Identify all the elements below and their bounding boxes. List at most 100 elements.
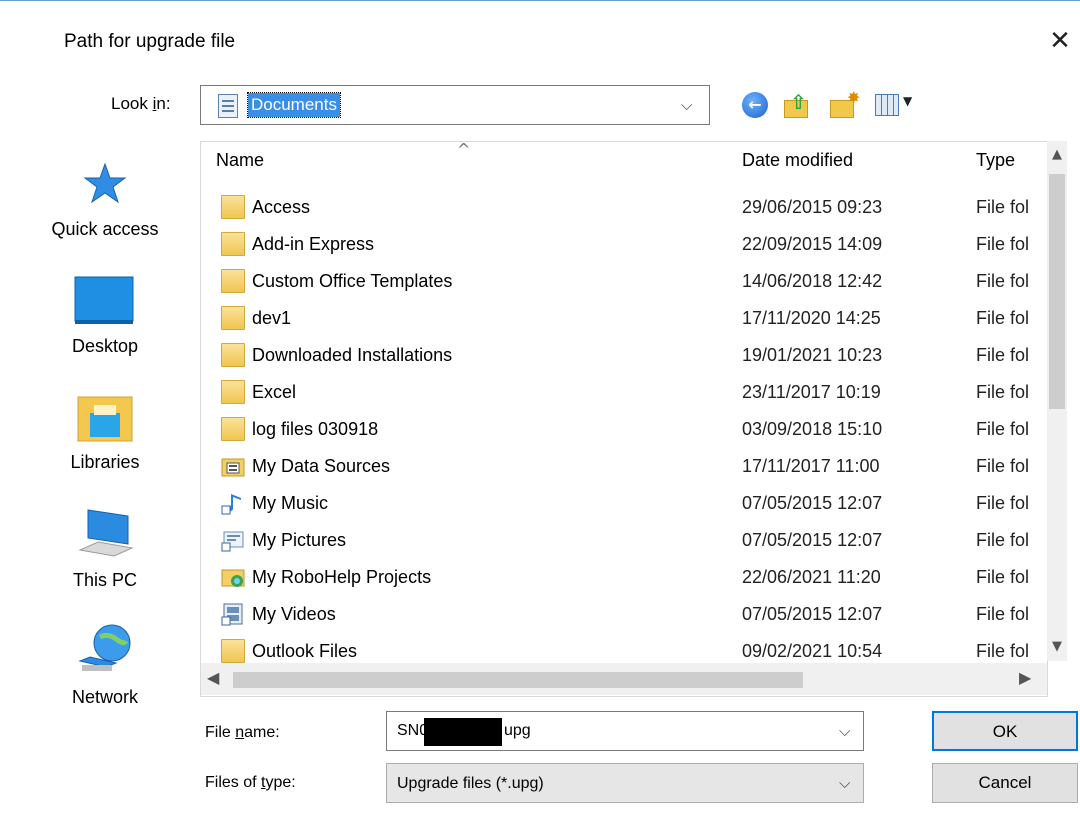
file-date: 22/09/2015 14:09 (742, 234, 883, 254)
file-date: 17/11/2020 14:25 (742, 308, 881, 328)
file-date: 19/01/2021 10:23 (742, 345, 883, 365)
file-type-label-suffix: ype: (265, 774, 296, 791)
list-item[interactable]: Access 29/06/2015 09:23 File fol (201, 189, 1031, 226)
file-date: 22/06/2021 11:20 (742, 567, 881, 587)
scroll-left-arrow-icon[interactable]: ◀ (207, 668, 219, 687)
list-item[interactable]: My Data Sources 17/11/2017 11:00 File fo… (201, 448, 1031, 485)
file-type: File fol (976, 567, 1030, 587)
list-item[interactable]: Downloaded Installations 19/01/2021 10:2… (201, 337, 1031, 374)
file-type-label: Files of type: (205, 774, 296, 792)
horizontal-scrollbar[interactable]: ◀ ▶ (201, 663, 1047, 695)
new-folder-icon[interactable]: ✸ (830, 88, 860, 118)
scroll-down-arrow-icon[interactable]: ▼ (1047, 639, 1067, 654)
column-header-date[interactable]: Date modified (742, 150, 853, 171)
file-name-value-end: upg (504, 722, 531, 739)
chevron-down-icon[interactable]: ⌵ (681, 96, 692, 114)
list-item[interactable]: My Videos 07/05/2015 12:07 File fol (201, 596, 1031, 633)
list-item[interactable]: Excel 23/11/2017 10:19 File fol (201, 374, 1031, 411)
file-name: My Pictures (252, 530, 347, 550)
file-type: File fol (976, 345, 1030, 365)
view-menu-icon[interactable]: ▼ (875, 92, 921, 118)
file-type-select[interactable]: Upgrade files (*.upg) ⌵ (386, 763, 864, 803)
list-item[interactable]: My RoboHelp Projects 22/06/2021 11:20 Fi… (201, 559, 1031, 596)
libraries-icon (77, 396, 133, 442)
file-name: log files 030918 (252, 419, 379, 439)
cancel-button[interactable]: Cancel (932, 763, 1078, 803)
documents-icon (218, 94, 238, 118)
look-in-label-text: Look (111, 94, 153, 113)
file-type: File fol (976, 530, 1030, 550)
place-label: This PC (72, 570, 137, 590)
folder-icon (221, 639, 245, 663)
places-bar: Quick access Desktop Libraries This PC N… (30, 141, 180, 721)
file-name-label-suffix: ame: (244, 724, 280, 741)
videos-icon (221, 603, 243, 626)
vertical-scroll-thumb[interactable] (1049, 174, 1065, 409)
file-name: Access (252, 197, 311, 217)
folder-icon (221, 232, 245, 256)
list-item[interactable]: log files 030918 03/09/2018 15:10 File f… (201, 411, 1031, 448)
place-this-pc[interactable]: This PC (30, 506, 180, 606)
place-libraries[interactable]: Libraries (30, 391, 180, 491)
chevron-down-icon[interactable]: ⌵ (839, 722, 850, 740)
list-item[interactable]: My Pictures 07/05/2015 12:07 File fol (201, 522, 1031, 559)
place-network[interactable]: Network (30, 621, 180, 721)
file-date: 23/11/2017 10:19 (742, 382, 881, 402)
list-item[interactable]: My Music 07/05/2015 12:07 File fol (201, 485, 1031, 522)
list-item[interactable]: dev1 17/11/2020 14:25 File fol (201, 300, 1031, 337)
look-in-dropdown[interactable]: Documents ⌵ (200, 85, 710, 125)
data-sources-icon (221, 458, 245, 477)
file-date: 29/06/2015 09:23 (742, 197, 883, 217)
file-list[interactable]: ^ Name Date modified Type Access 29/06/2… (200, 141, 1048, 697)
file-type: File fol (976, 604, 1030, 624)
file-type: File fol (976, 456, 1030, 476)
dialog-title: Path for upgrade file (64, 31, 236, 52)
folder-icon (221, 343, 245, 367)
desktop-icon (74, 276, 134, 324)
file-date: 07/05/2015 12:07 (742, 493, 883, 513)
column-header-name[interactable]: Name (216, 150, 264, 171)
file-name: dev1 (252, 308, 292, 328)
ok-button[interactable]: OK (932, 711, 1078, 751)
file-date: 03/09/2018 15:10 (742, 419, 883, 439)
file-type: File fol (976, 419, 1030, 439)
file-name: Outlook Files (252, 641, 358, 661)
file-name: Custom Office Templates (252, 271, 453, 291)
chevron-down-icon[interactable]: ⌵ (839, 774, 850, 792)
list-item[interactable]: Add-in Express 22/09/2015 14:09 File fol (201, 226, 1031, 263)
column-header-type[interactable]: Type (976, 150, 1015, 171)
place-label: Desktop (71, 336, 139, 356)
scroll-right-arrow-icon[interactable]: ▶ (1019, 668, 1031, 687)
file-name: Add-in Express (252, 234, 375, 254)
file-name-label: File name: (205, 724, 280, 742)
scroll-up-arrow-icon[interactable]: ▲ (1047, 147, 1067, 162)
file-name: My Music (252, 493, 328, 513)
horizontal-scroll-thumb[interactable] (233, 672, 803, 688)
place-desktop[interactable]: Desktop (30, 276, 180, 376)
file-name-field[interactable]: SN0 upg ⌵ (386, 711, 864, 751)
sort-ascending-icon: ^ (457, 141, 471, 159)
close-button[interactable]: ✕ (1042, 23, 1078, 59)
folder-icon (221, 380, 245, 404)
file-type-label-text: Files of (205, 774, 262, 791)
pictures-icon (221, 531, 244, 552)
up-folder-icon[interactable]: ⇧ (784, 90, 812, 118)
folder-icon (221, 195, 245, 219)
file-date: 17/11/2017 11:00 (742, 456, 880, 476)
star-icon (83, 162, 127, 204)
file-name: My Videos (252, 604, 336, 624)
file-date: 07/05/2015 12:07 (742, 604, 883, 624)
robohelp-folder-icon (221, 569, 245, 587)
file-type: File fol (976, 382, 1030, 402)
file-type: File fol (976, 641, 1030, 661)
place-quick-access[interactable]: Quick access (30, 161, 180, 261)
back-icon[interactable]: ← (742, 92, 768, 118)
look-in-value: Documents (247, 92, 341, 118)
list-item[interactable]: Custom Office Templates 14/06/2018 12:42… (201, 263, 1031, 300)
vertical-scrollbar[interactable]: ▲ ▼ (1047, 141, 1067, 661)
folder-icon (221, 269, 245, 293)
place-label: Network (71, 687, 138, 707)
file-date: 14/06/2018 12:42 (742, 271, 883, 291)
file-type: File fol (976, 493, 1030, 513)
file-date: 09/02/2021 10:54 (742, 641, 883, 661)
